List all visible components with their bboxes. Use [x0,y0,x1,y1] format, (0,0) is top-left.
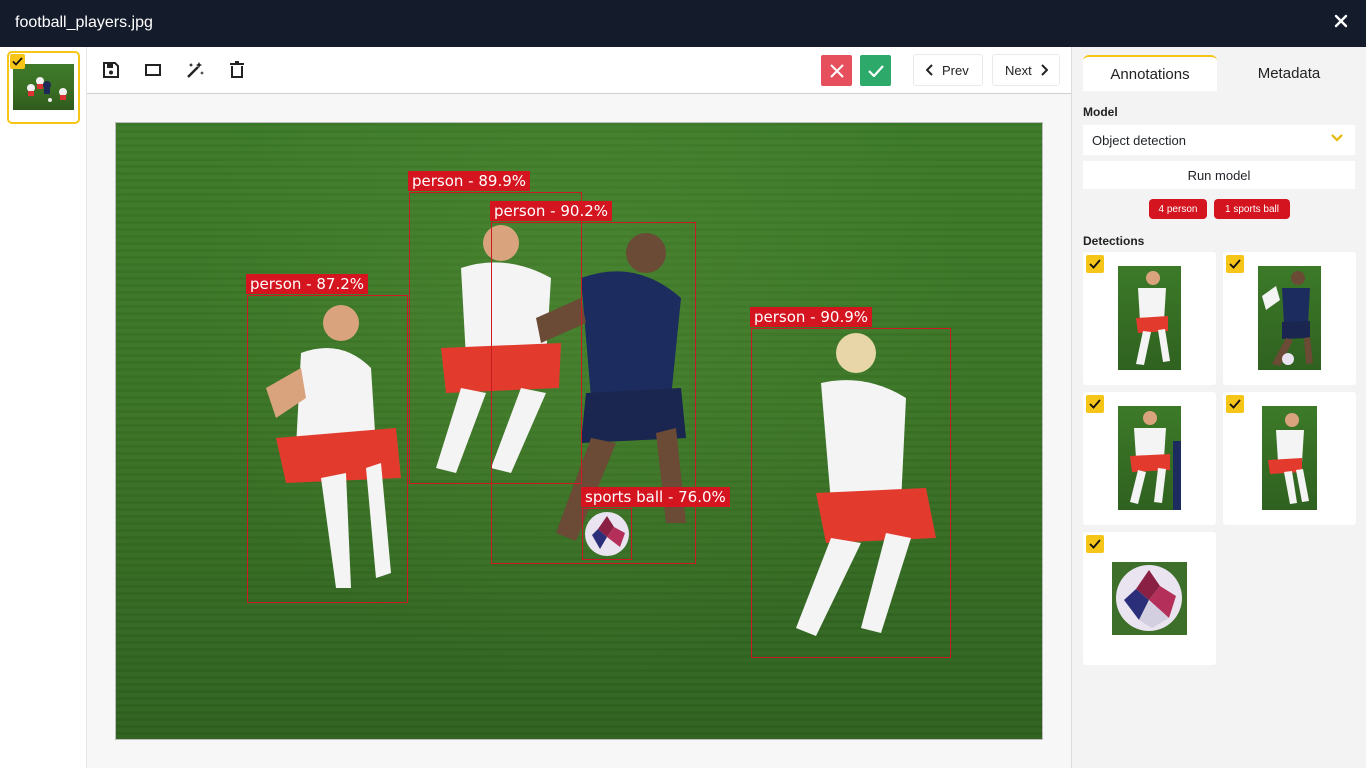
rectangle-icon[interactable] [142,59,164,81]
model-select-value: Object detection [1092,132,1186,148]
accept-button[interactable] [860,55,891,86]
detection-checkbox[interactable] [1086,255,1104,273]
thumbnail-strip [0,47,87,768]
detection-crop [1258,266,1321,370]
detection-card[interactable] [1223,392,1356,525]
trash-icon[interactable] [226,59,248,81]
title-bar: football_players.jpg [0,0,1366,47]
detection-checkbox[interactable] [1086,395,1104,413]
chevron-left-icon [926,64,933,76]
detection-checkbox[interactable] [1226,255,1244,273]
detection-card[interactable] [1083,252,1216,385]
bbox-label: person - 89.9% [408,171,531,191]
detection-card[interactable] [1083,392,1216,525]
chevron-down-icon [1331,134,1343,142]
detection-card[interactable] [1223,252,1356,385]
detection-crop [1112,562,1187,635]
bbox-label: person - 87.2% [246,274,369,294]
thumbnail-checkbox[interactable] [10,54,25,69]
detection-crop [1118,406,1181,510]
x-icon [829,63,844,78]
next-button[interactable]: Next [992,54,1060,86]
bbox-label: sports ball - 76.0% [581,487,730,507]
bbox-label: person - 90.2% [490,201,613,221]
bbox-label: person - 90.9% [750,307,873,327]
prev-button[interactable]: Prev [913,54,983,86]
reject-button[interactable] [821,55,852,86]
next-label: Next [1005,62,1032,78]
magic-wand-icon[interactable] [184,59,206,81]
bounding-box[interactable]: person - 87.2% [246,274,408,603]
window-title: football_players.jpg [15,14,153,31]
side-panel: Annotations Metadata Model Object detect… [1071,47,1366,768]
bounding-box[interactable]: sports ball - 76.0% [581,487,730,560]
bounding-box[interactable]: person - 90.9% [750,307,951,658]
tab-metadata[interactable]: Metadata [1222,55,1356,91]
prev-label: Prev [942,62,969,78]
detection-crop [1262,406,1317,510]
toolbar: Prev Next [87,47,1071,94]
detection-crop [1118,266,1181,370]
model-select[interactable]: Object detection [1083,125,1355,155]
thumbnail-image [13,64,74,110]
tab-annotations[interactable]: Annotations [1083,55,1217,91]
detection-checkbox[interactable] [1226,395,1244,413]
annotation-canvas: person - 87.2% person - 89.9% person - 9… [87,94,1071,768]
save-icon[interactable] [100,59,122,81]
check-icon [867,64,884,77]
image-thumbnail[interactable] [7,51,80,124]
detection-card[interactable] [1083,532,1216,665]
chevron-right-icon [1041,64,1048,76]
sports-ball-count-chip[interactable]: 1 sports ball [1214,199,1290,219]
model-label: Model [1083,105,1118,119]
detections-label: Detections [1083,234,1145,248]
run-model-button[interactable]: Run model [1083,161,1355,189]
person-count-chip[interactable]: 4 person [1149,199,1207,219]
annotated-image[interactable]: person - 87.2% person - 89.9% person - 9… [115,122,1043,740]
detection-checkbox[interactable] [1086,535,1104,553]
close-icon[interactable] [1334,14,1348,28]
